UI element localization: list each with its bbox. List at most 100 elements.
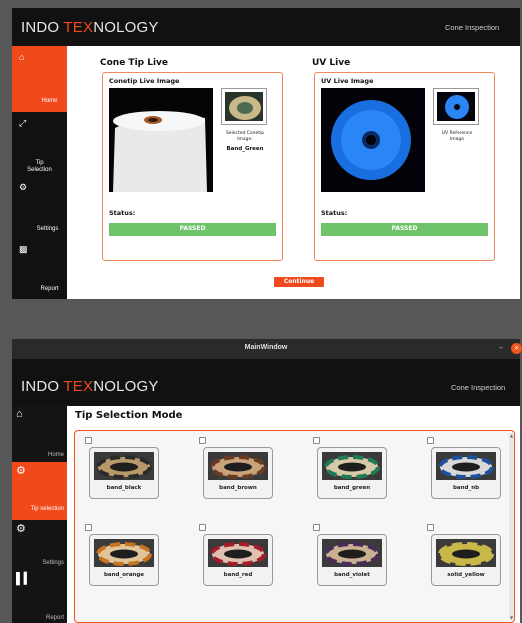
sidebar-item-tip-selection[interactable]: ⤢ Tip Selection [12,112,67,176]
tile-checkbox[interactable] [85,524,92,531]
tip-selection-panel: ▲ ▼ band_black band_brown band_green band_n… [74,430,515,623]
brand-logo: INDO TEXNOLOGY [21,19,159,36]
tip-label: band_violet [334,572,370,578]
sidebar-item-label: Home [47,452,64,458]
uv-live-image [321,88,425,192]
tile-checkbox[interactable] [313,524,320,531]
status-badge: PASSED [321,223,488,236]
tip-label: band_brown [219,485,257,491]
band-green-thumbnail [225,92,263,121]
ref-caption: Selected Conetip Image: [225,131,265,142]
uv-card: UV Live Image UV Reference Image Status:… [314,72,495,261]
continue-button[interactable]: Continue [274,277,324,287]
band-ring-graphic [94,452,154,480]
gear-icon: ⚙ [16,523,26,535]
tip-thumbnail [208,539,268,567]
expand-icon: ⤢ [19,118,27,128]
status-badge: PASSED [109,223,276,236]
band-ring-graphic [322,452,382,480]
uv-reference [433,88,479,125]
tip-label: band_orange [103,572,145,578]
sidebar-item-home[interactable]: ⌂ Home [12,46,67,112]
cone-inspection-window-tip-selection: MainWindow – × INDO TEXNOLOGY Cone Inspe… [12,339,522,623]
tile-checkbox[interactable] [199,524,206,531]
scroll-down-icon[interactable]: ▼ [509,615,514,620]
sidebar-item-settings[interactable]: ⚙ Settings [12,176,67,238]
tip-label: band_nb [452,485,480,491]
card-title: UV Live Image [321,77,374,85]
status-label: Status: [321,209,348,217]
app-title: Cone Inspection [451,383,506,392]
app-header: INDO TEXNOLOGY Cone Inspection [12,8,520,46]
tip-tile-band-brown[interactable]: band_brown [203,447,273,499]
close-button[interactable]: × [511,343,522,354]
section-title-cone: Cone Tip Live [100,58,169,68]
tip-tile-band-nb[interactable]: band_nb [431,447,501,499]
tip-tile-band-orange[interactable]: band_orange [89,534,159,586]
sidebar-item-label: Tip Selection [27,160,52,173]
sidebar: ⌂ Home ⤢ Tip Selection ⚙ Settings ▩ Repo… [12,46,67,299]
cone-inspection-window-home: INDO TEXNOLOGY Cone Inspection ⌂ Home ⤢ … [12,8,520,299]
tip-thumbnail [436,539,496,567]
band-ring-graphic [436,452,496,480]
sidebar-item-home[interactable]: ⌂ Home [12,406,68,462]
section-title-uv: UV Live [312,58,351,68]
tip-tile-band-violet[interactable]: band_violet [317,534,387,586]
gear-icon: ⚙ [19,182,28,192]
home-icon: ⌂ [16,408,23,420]
ref-caption: UV Reference Image [441,131,473,142]
tip-label: solid_yellow [447,572,485,578]
tip-tile-solid-yellow[interactable]: solid_yellow [431,534,501,586]
sidebar-item-label: Tip selection [30,506,64,512]
window-title: MainWindow [244,344,288,351]
sidebar-item-tip-selection[interactable]: ⚙ Tip selection [12,462,68,520]
scroll-up-icon[interactable]: ▲ [509,433,514,438]
cone-image-graphic [109,88,213,192]
tip-label: band_black [106,485,142,491]
tip-thumbnail [322,539,382,567]
tile-checkbox[interactable] [313,437,320,444]
card-title: Conetip Live Image [109,77,180,85]
scrollbar[interactable]: ▲ ▼ [509,433,514,620]
tip-thumbnail [436,452,496,480]
band-ring-graphic [208,452,268,480]
ref-value: Band_Green [226,146,264,152]
brand-logo: INDO TEXNOLOGY [21,378,159,395]
selected-conetip-reference [221,88,267,125]
tip-tile-band-green[interactable]: band_green [317,447,387,499]
sidebar-item-label: Settings [42,560,64,566]
tip-tile-band-red[interactable]: band_red [203,534,273,586]
tip-thumbnail [208,452,268,480]
sidebar-item-settings[interactable]: ⚙ Settings [12,520,68,570]
band-ring-graphic [208,539,268,567]
uv-reference-thumbnail [437,92,475,121]
cone-card: Conetip Live Image Selected Conetip Imag… [102,72,283,261]
gears-icon: ⚙ [16,465,26,477]
conetip-live-image [109,88,213,192]
app-title: Cone Inspection [445,23,500,32]
band-ring-graphic [94,539,154,567]
app-header: INDO TEXNOLOGY Cone Inspection [12,359,520,406]
tile-checkbox[interactable] [427,437,434,444]
band-ring-graphic [436,539,496,567]
minimize-button[interactable]: – [499,343,503,352]
band-ring-graphic [322,539,382,567]
tip-label: band_red [223,572,253,578]
tile-checkbox[interactable] [199,437,206,444]
sidebar-item-report[interactable]: ▩ Report [12,238,67,299]
tile-checkbox[interactable] [85,437,92,444]
tile-checkbox[interactable] [427,524,434,531]
window-titlebar: MainWindow – × [12,339,522,359]
tip-tile-band-black[interactable]: band_black [89,447,159,499]
tip-thumbnail [94,539,154,567]
tip-thumbnail [94,452,154,480]
status-label: Status: [109,209,136,217]
sidebar-item-label: Report [45,615,64,621]
sidebar-item-report[interactable]: ▌▍ Report [12,570,68,623]
uv-image-graphic [321,88,425,192]
report-icon: ▩ [19,244,28,254]
bar-chart-icon: ▌▍ [16,573,33,585]
tip-thumbnail [322,452,382,480]
main-content: Cone Tip Live Conetip Live Image Selecte… [67,46,520,299]
sidebar: ⌂ Home ⚙ Tip selection ⚙ Settings ▌▍ Rep… [12,406,68,623]
